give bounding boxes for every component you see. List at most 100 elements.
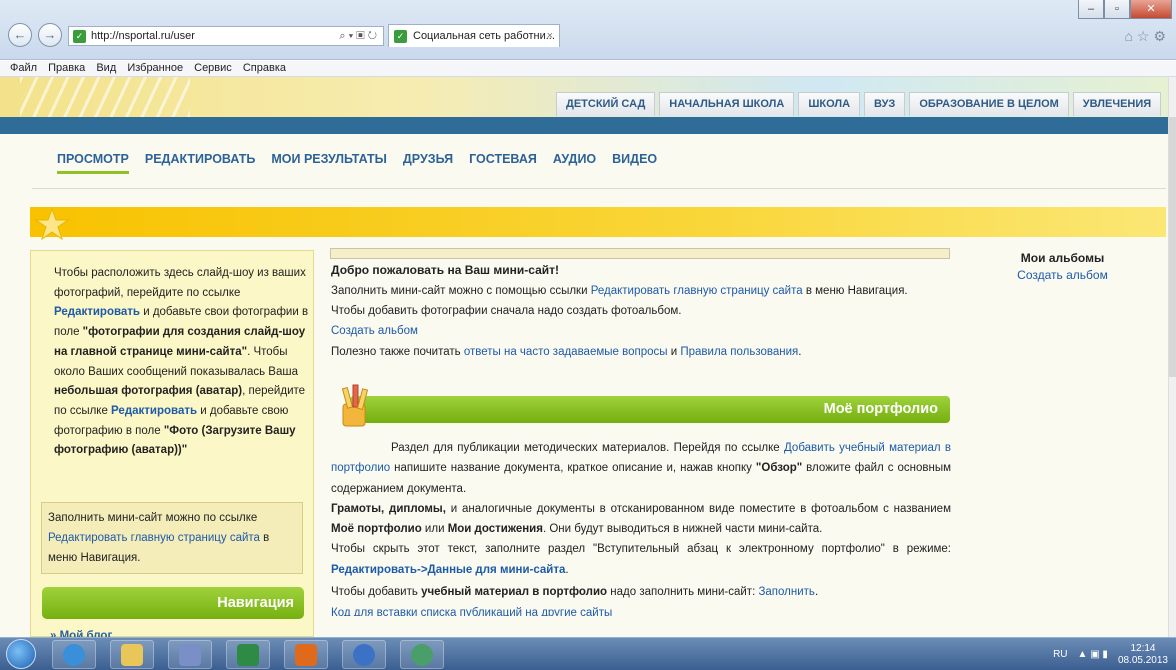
subnav-friends[interactable]: ДРУЗЬЯ (403, 152, 453, 174)
albums-sidebar: Мои альбомы Создать альбом (1015, 251, 1110, 282)
my-blog-link[interactable]: » Мой блог (50, 629, 112, 637)
portfolio-para-3: Чтобы скрыть этот текст, заполните разде… (331, 539, 951, 580)
mail-icon (353, 644, 375, 666)
text: . Они будут выводиться в нижней части ми… (542, 523, 823, 536)
fill-link[interactable]: Заполнить (758, 586, 814, 598)
edit-main-page-link[interactable]: Редактировать главную страницу сайта (48, 532, 260, 544)
menu-tools[interactable]: Сервис (194, 62, 232, 74)
embed-code-link[interactable]: Код для вставки списка публикаций на дру… (331, 607, 612, 616)
edit-link[interactable]: Редактировать (54, 306, 140, 318)
forward-button[interactable]: → (38, 23, 62, 47)
welcome-line-1: Заполнить мини-сайт можно с помощью ссыл… (331, 285, 908, 297)
bold-text: "Обзор" (755, 462, 803, 475)
portfolio-text: Раздел для публикации методических матер… (331, 438, 951, 616)
text: Заполнить мини-сайт можно по ссылке (48, 512, 258, 524)
text: напишите название документа, краткое опи… (390, 462, 756, 475)
menu-file[interactable]: Файл (10, 62, 37, 74)
subnav-results[interactable]: МОИ РЕЗУЛЬТАТЫ (271, 152, 387, 174)
subnav-view[interactable]: ПРОСМОТР (57, 152, 129, 174)
scrollbar-thumb[interactable] (1169, 117, 1176, 377)
portfolio-para-4: Чтобы добавить учебный материал в портфо… (331, 582, 951, 602)
taskbar-ie[interactable] (52, 640, 96, 669)
slideshow-instructions: Чтобы расположить здесь слайд-шоу из ваш… (54, 264, 310, 461)
welcome-line-2: Чтобы добавить фотографии сначала надо с… (331, 305, 682, 317)
taskbar-excel[interactable] (226, 640, 270, 669)
bold-text: Мои достижения (447, 523, 543, 536)
text: или (421, 523, 448, 536)
welcome-line-4: Полезно также почитать ответы на часто з… (331, 346, 801, 358)
text: . (798, 346, 802, 358)
text: надо заполнить мини-сайт: (607, 586, 759, 599)
subnav-audio[interactable]: АУДИО (553, 152, 596, 174)
subnav-edit[interactable]: РЕДАКТИРОВАТЬ (145, 152, 256, 174)
star-icon (34, 207, 70, 241)
subnav-divider (32, 188, 1166, 189)
bold-text: Моё портфолио (331, 523, 422, 536)
home-favorites-tools-icon[interactable]: ⌂☆⚙ (1124, 28, 1170, 45)
tab-university[interactable]: ВУЗ (864, 92, 906, 116)
taskbar-phone[interactable] (400, 640, 444, 669)
menu-help[interactable]: Справка (243, 62, 286, 74)
address-controls-icon[interactable]: ⌕ ▾ ▣ ↻ (339, 27, 377, 45)
language-indicator[interactable]: RU (1053, 649, 1067, 660)
excel-icon (237, 644, 259, 666)
menu-bar: Файл Правка Вид Избранное Сервис Справка (0, 61, 1176, 77)
albums-title: Мои альбомы (1020, 251, 1105, 265)
browser-tab[interactable]: ✓ Социальная сеть работни... × (388, 24, 560, 47)
tab-primary-school[interactable]: НАЧАЛЬНАЯ ШКОЛА (659, 92, 795, 116)
taskbar-app1[interactable] (168, 640, 212, 669)
taskbar-app2[interactable] (284, 640, 328, 669)
menu-favorites[interactable]: Избранное (127, 62, 183, 74)
text: Чтобы добавить (331, 586, 422, 599)
create-album-link[interactable]: Создать альбом (1017, 268, 1108, 282)
taskbar: RU ▲ ▣ ▮ 12:14 08.05.2013 (0, 637, 1176, 670)
text: Полезно также почитать (331, 346, 464, 358)
address-bar[interactable]: ✓ http://nsportal.ru/user ⌕ ▾ ▣ ↻ (68, 26, 384, 46)
subnav-video[interactable]: ВИДЕО (612, 152, 657, 174)
text: и (667, 346, 681, 358)
edit-link[interactable]: Редактировать (111, 405, 197, 417)
portfolio-para-1: Раздел для публикации методических матер… (331, 438, 951, 499)
text: Чтобы скрыть этот текст, заполните разде… (331, 543, 951, 556)
taskbar-mail[interactable] (342, 640, 386, 669)
tab-title: Социальная сеть работни... (413, 30, 555, 42)
tray-icons[interactable]: ▲ ▣ ▮ (1078, 649, 1108, 660)
back-button[interactable]: ← (8, 23, 32, 47)
ie-icon (63, 644, 85, 666)
tab-education-general[interactable]: ОБРАЗОВАНИЕ В ЦЕЛОМ (909, 92, 1069, 116)
player-icon (295, 644, 317, 666)
minimize-icon[interactable]: – (1078, 0, 1104, 19)
edit-site-data-link[interactable]: Редактировать->Данные для мини-сайта (331, 564, 565, 576)
portfolio-para-2: Грамоты, дипломы, и аналогичные документ… (331, 499, 951, 540)
text: и аналогичные документы в отсканированно… (445, 502, 951, 515)
text: Раздел для публикации методических матер… (391, 442, 784, 454)
rules-link[interactable]: Правила пользования (680, 346, 798, 358)
text: Заполнить мини-сайт можно с помощью ссыл… (331, 285, 591, 297)
browser-chrome: ← → ✓ http://nsportal.ru/user ⌕ ▾ ▣ ↻ ✓ … (0, 0, 1176, 60)
app-icon (179, 644, 201, 666)
page-scrollbar[interactable] (1168, 77, 1176, 637)
edit-main-page-link[interactable]: Редактировать главную страницу сайта (591, 285, 803, 297)
tab-school[interactable]: ШКОЛА (798, 92, 861, 116)
folder-icon (121, 644, 143, 666)
navigation-header: Навигация (42, 587, 304, 619)
taskbar-explorer[interactable] (110, 640, 154, 669)
portfolio-para-5: Код для вставки списка публикаций на дру… (331, 602, 951, 616)
tab-kindergarten[interactable]: ДЕТСКИЙ САД (556, 92, 656, 116)
clock-date: 08.05.2013 (1117, 654, 1168, 666)
menu-edit[interactable]: Правка (48, 62, 85, 74)
close-window-icon[interactable]: ✕ (1130, 0, 1172, 19)
clock[interactable]: 12:14 08.05.2013 (1118, 643, 1168, 667)
start-button[interactable] (6, 639, 36, 669)
site-favicon-icon: ✓ (73, 30, 86, 43)
maximize-icon[interactable]: ▫ (1104, 0, 1130, 19)
text: Чтобы расположить здесь слайд-шоу из ваш… (54, 267, 306, 299)
tab-close-icon[interactable]: × (547, 25, 553, 47)
tab-hobbies[interactable]: УВЛЕЧЕНИЯ (1072, 92, 1162, 116)
portfolio-header: Моё портфолио (350, 396, 950, 423)
subnav-guestbook[interactable]: ГОСТЕВАЯ (469, 152, 537, 174)
bold-text: учебный материал в портфолио (421, 586, 608, 599)
create-album-link[interactable]: Создать альбом (331, 325, 418, 337)
menu-view[interactable]: Вид (96, 62, 116, 74)
faq-link[interactable]: ответы на часто задаваемые вопросы (464, 346, 668, 358)
